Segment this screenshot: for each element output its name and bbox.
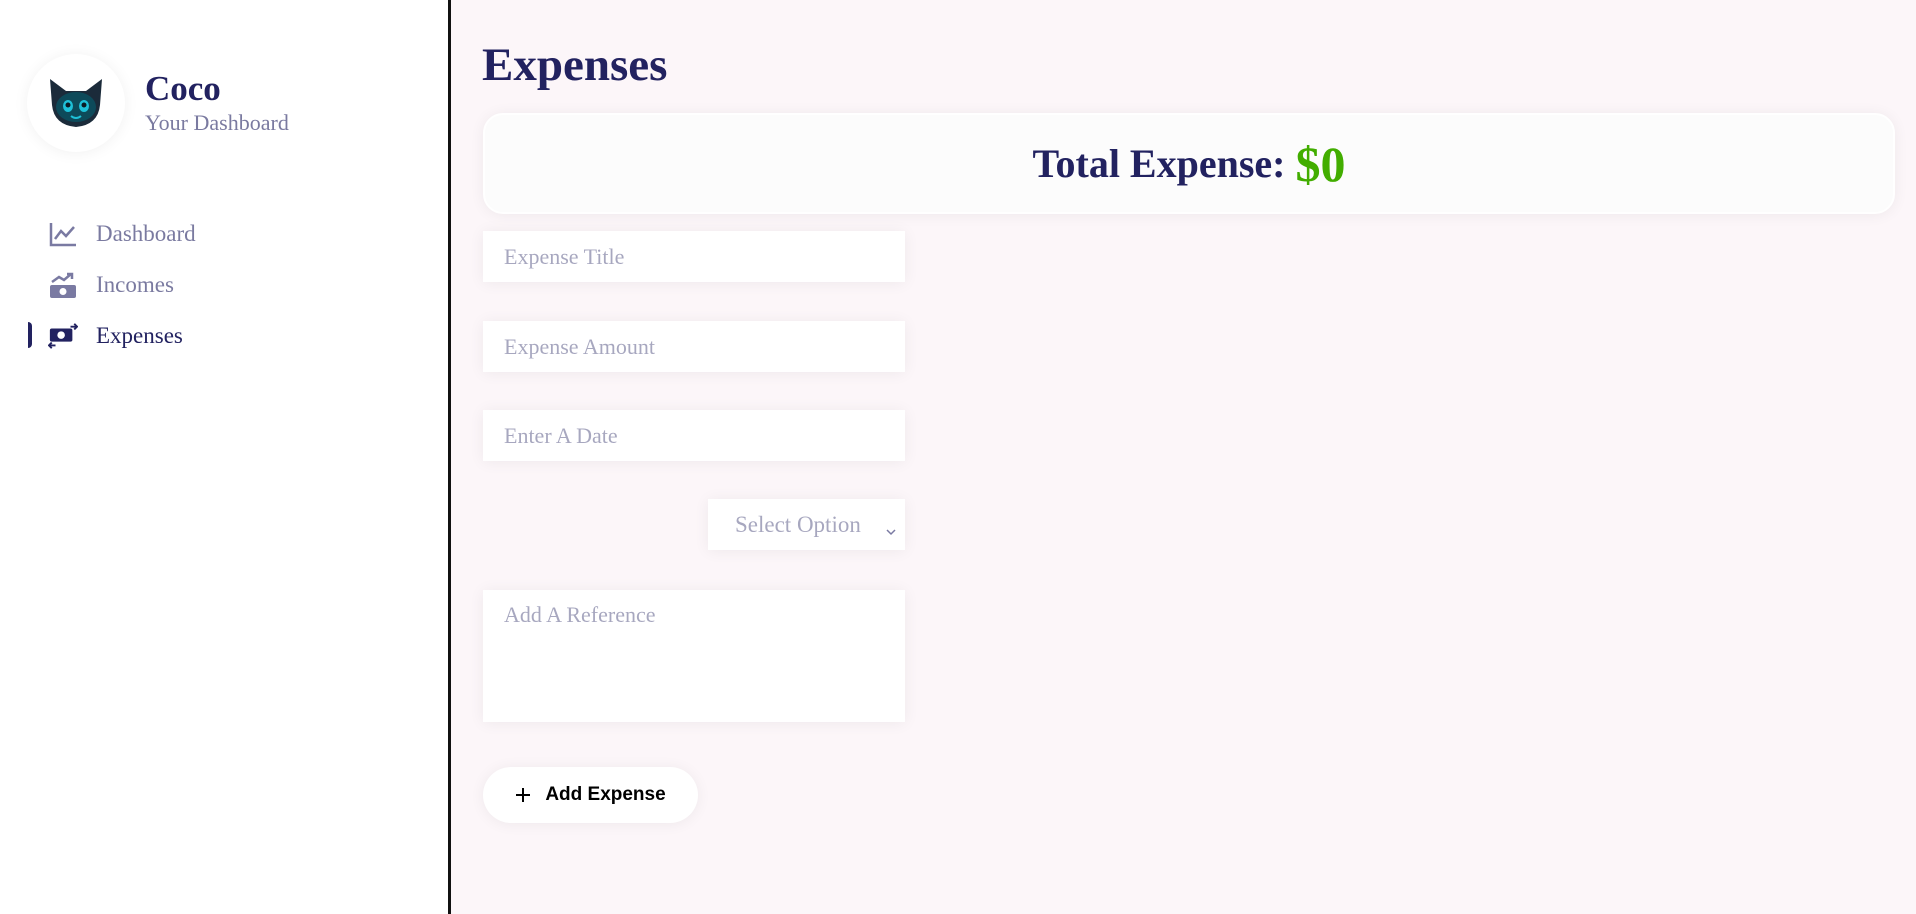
sidebar-item-expenses[interactable]: Expenses — [28, 310, 196, 361]
sidebar-item-incomes[interactable]: Incomes — [28, 259, 196, 310]
sidebar-item-label: Expenses — [96, 322, 183, 348]
category-select[interactable]: Select Option — [708, 499, 905, 550]
sidebar-nav: Dashboard Incomes Expenses — [28, 208, 196, 361]
sidebar-item-dashboard[interactable]: Dashboard — [28, 208, 196, 259]
add-expense-label: Add Expense — [545, 784, 666, 805]
total-expense-value: $0 — [1295, 135, 1346, 192]
sidebar-item-label: Dashboard — [96, 220, 196, 246]
user-name: Coco — [145, 68, 221, 108]
reference-textarea[interactable] — [483, 590, 905, 722]
line-chart-icon — [48, 219, 78, 249]
active-indicator — [28, 322, 32, 348]
user-subtitle: Your Dashboard — [145, 110, 289, 136]
chevron-down-icon — [885, 517, 897, 543]
expense-date-input[interactable] — [483, 410, 905, 461]
plus-icon — [515, 787, 531, 803]
cat-avatar-icon — [27, 54, 125, 152]
money-up-icon — [48, 270, 78, 300]
category-select-value: Select Option — [735, 511, 861, 537]
user-profile: Coco Your Dashboard — [27, 54, 289, 152]
sidebar: Coco Your Dashboard Dashboard Incomes Ex… — [0, 0, 451, 914]
expense-amount-input[interactable] — [483, 321, 905, 372]
total-expense-label: Total Expense: — [1032, 141, 1286, 186]
sidebar-item-label: Incomes — [96, 271, 174, 297]
money-exchange-icon — [48, 321, 78, 351]
total-expense-card: Total Expense: $0 — [483, 113, 1895, 214]
page-title: Expenses — [482, 39, 668, 91]
expense-title-input[interactable] — [483, 231, 905, 282]
add-expense-button[interactable]: Add Expense — [483, 767, 698, 823]
